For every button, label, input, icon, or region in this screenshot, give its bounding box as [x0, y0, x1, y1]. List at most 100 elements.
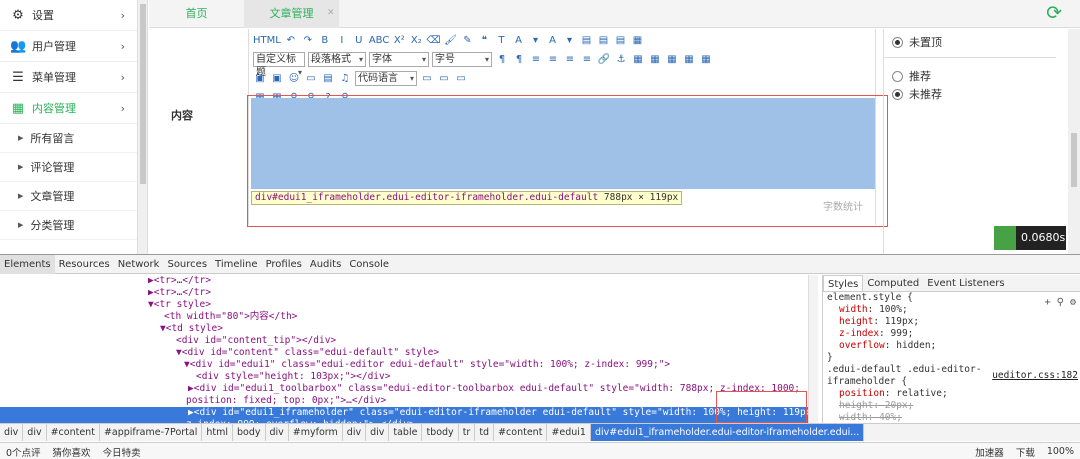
breadcrumb-item[interactable]: table [389, 424, 423, 441]
toolbar-button[interactable]: ▤ [596, 33, 610, 48]
tab-article-management[interactable]: 文章管理 [244, 0, 339, 28]
dom-node-line[interactable]: ▼<td style> [0, 323, 818, 335]
breadcrumb-item[interactable]: div [23, 424, 47, 441]
status-recommend[interactable]: 猜你喜欢 [47, 445, 97, 459]
close-icon[interactable]: ✕ [327, 8, 335, 18]
devtools-tab[interactable]: Network [114, 255, 164, 274]
style-property[interactable]: overflow: hidden; [823, 340, 1080, 352]
toolbar-button[interactable]: ≡ [546, 52, 560, 67]
scrollbar-thumb[interactable] [1071, 133, 1077, 187]
toolbar-button[interactable]: ▦ [699, 52, 713, 67]
toolbar-button[interactable]: ⚓ [614, 52, 628, 67]
breadcrumb-item[interactable]: div [366, 424, 390, 441]
breadcrumb-item[interactable]: div [0, 424, 24, 441]
devtools-tab[interactable]: Elements [0, 254, 55, 274]
toolbar-button[interactable]: 🖌 [443, 33, 457, 48]
sidebar-item-users[interactable]: 👥 用户管理 › [0, 31, 137, 62]
toolbar-button[interactable]: X² [392, 33, 406, 48]
toolbar-button[interactable]: ▣ [270, 71, 284, 86]
toolbar-button[interactable]: ⌫ [426, 33, 440, 48]
sidebar-subitem-messages[interactable]: ▶ 所有留言 [0, 124, 137, 153]
heading-select[interactable]: 自定义标题 [253, 52, 305, 79]
radio-not-pinned[interactable]: 未置顶 [884, 33, 942, 51]
sidebar-item-content[interactable]: ▦ 内容管理 › [0, 93, 137, 124]
toolbar-button[interactable]: 🔗 [597, 52, 611, 67]
devtools-tab[interactable]: Profiles [262, 255, 306, 274]
dom-node-line[interactable]: <div style="height: 103px;"></div> [0, 371, 818, 383]
font-size-select[interactable]: 字号 [432, 52, 492, 67]
toolbar-button[interactable]: ♫ [338, 71, 352, 86]
sidebar-scrollbar[interactable] [138, 0, 148, 254]
dom-node-line[interactable]: <div id="content_tip"></div> [0, 335, 818, 347]
status-deals[interactable]: 今日特卖 [97, 445, 147, 459]
status-comments[interactable]: 0个点评 [0, 445, 47, 459]
tab-home[interactable]: 首页 [149, 0, 244, 28]
toolbar-button[interactable]: ✎ [460, 33, 474, 48]
style-property[interactable]: width: 100%; [823, 304, 1080, 316]
sidebar-subitem-comments[interactable]: ▶ 评论管理 [0, 153, 137, 182]
styles-tab[interactable]: Styles [823, 275, 864, 291]
toolbar-button[interactable]: ▾ [528, 33, 542, 48]
toolbar-button[interactable]: ≡ [529, 52, 543, 67]
toolbar-button[interactable]: ▤ [321, 71, 335, 86]
radio-recommend[interactable]: 推荐 [884, 67, 942, 85]
stylesheet-link[interactable]: ueditor.css:182 [992, 370, 1078, 381]
radio-dot[interactable] [892, 36, 903, 48]
toolbar-button[interactable]: ▦ [631, 52, 645, 67]
styles-tab[interactable]: Computed [863, 275, 923, 291]
breadcrumb-item[interactable]: #content [47, 424, 100, 441]
content-scrollbar[interactable] [1068, 29, 1080, 254]
toolbar-button[interactable]: X₂ [409, 33, 423, 48]
toolbar-button[interactable]: ▦ [648, 52, 662, 67]
breadcrumb-item[interactable]: #edui1 [547, 424, 591, 441]
sidebar-item-menus[interactable]: ☰ 菜单管理 › [0, 62, 137, 93]
toolbar-button[interactable]: ▭ [454, 71, 468, 86]
toolbar-button[interactable]: ↶ [284, 33, 298, 48]
toolbar-button[interactable]: ▭ [437, 71, 451, 86]
toolbar-button[interactable]: ▤ [579, 33, 593, 48]
code-language-select[interactable]: 代码语言 [355, 71, 417, 86]
breadcrumb-item[interactable]: div [343, 424, 367, 441]
dom-node-line[interactable]: ▶<tr>…</tr> [0, 275, 818, 287]
breadcrumb-item[interactable]: #myform [289, 424, 343, 441]
toolbar-button[interactable]: ↷ [301, 33, 315, 48]
toolbar-button[interactable]: I [335, 33, 349, 48]
toolbar-button[interactable]: ▦ [630, 33, 644, 48]
status-zoom[interactable]: 100% [1041, 446, 1080, 457]
devtools-tab[interactable]: Console [345, 255, 393, 274]
toolbar-button[interactable]: HTML [253, 33, 281, 48]
toolbar-button[interactable]: T [494, 33, 508, 48]
devtools-tab[interactable]: Sources [163, 255, 211, 274]
toolbar-button[interactable]: ▾ [562, 33, 576, 48]
refresh-icon[interactable]: ⟳ [1046, 2, 1062, 24]
toolbar-button[interactable]: ▭ [304, 71, 318, 86]
toolbar-button[interactable]: A [511, 33, 525, 48]
devtools-tab[interactable]: Timeline [211, 255, 262, 274]
dom-node-line[interactable]: ▼<div id="edui1" class="edui-editor edui… [0, 359, 818, 371]
toolbar-button[interactable]: ABC [369, 33, 390, 48]
toolbar-button[interactable]: ▭ [420, 71, 434, 86]
styles-tab[interactable]: Event Listeners [923, 275, 1008, 291]
breadcrumb-item[interactable]: td [475, 424, 495, 441]
toolbar-button[interactable]: B [318, 33, 332, 48]
breadcrumb-item[interactable]: html [202, 424, 233, 441]
toolbar-button[interactable]: ≡ [580, 52, 594, 67]
styles-tools[interactable]: + ⚲ ⚙ [1045, 297, 1076, 308]
style-property[interactable]: z-index: 999; [823, 328, 1080, 340]
dom-node-line[interactable]: ▶<div id="edui1_toolbarbox" class="edui-… [0, 383, 818, 395]
breadcrumb-item[interactable]: div [266, 424, 289, 441]
toolbar-button[interactable]: ▤ [613, 33, 627, 48]
font-family-select[interactable]: 字体 [369, 52, 429, 67]
radio-not-recommend[interactable]: 未推荐 [884, 85, 942, 103]
paragraph-format-select[interactable]: 段落格式 [308, 52, 366, 67]
devtools-tab[interactable]: Audits [306, 255, 345, 274]
dom-tree-scrollbar[interactable] [808, 275, 818, 425]
radio-dot[interactable] [892, 88, 903, 100]
style-property[interactable]: height: 20px; [823, 400, 1080, 412]
toolbar-button[interactable]: ▦ [665, 52, 679, 67]
breadcrumb-item[interactable]: tbody [422, 424, 459, 441]
breadcrumb-item[interactable]: tr [459, 424, 476, 441]
breadcrumb-item[interactable]: div#edui1_iframeholder.edui-editor-ifram… [590, 424, 865, 441]
breadcrumb-item[interactable]: #content [494, 424, 548, 441]
dom-node-line[interactable]: <th width="80">内容</th> [0, 311, 818, 323]
